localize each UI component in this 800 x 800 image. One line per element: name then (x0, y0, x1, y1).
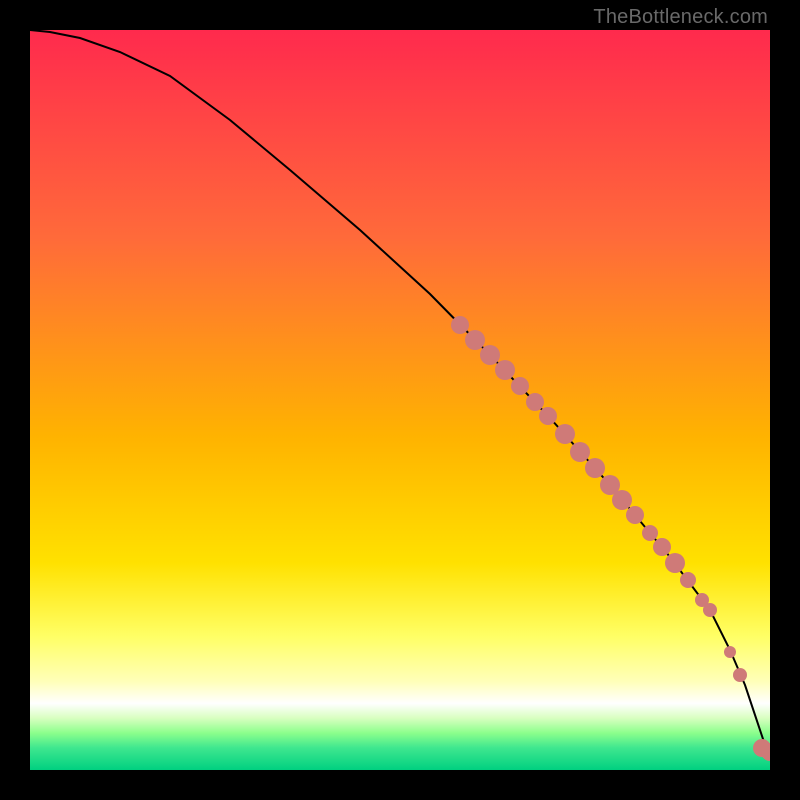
plot-frame (30, 30, 770, 770)
background-gradient (30, 30, 770, 770)
watermark-label: TheBottleneck.com (593, 6, 768, 29)
